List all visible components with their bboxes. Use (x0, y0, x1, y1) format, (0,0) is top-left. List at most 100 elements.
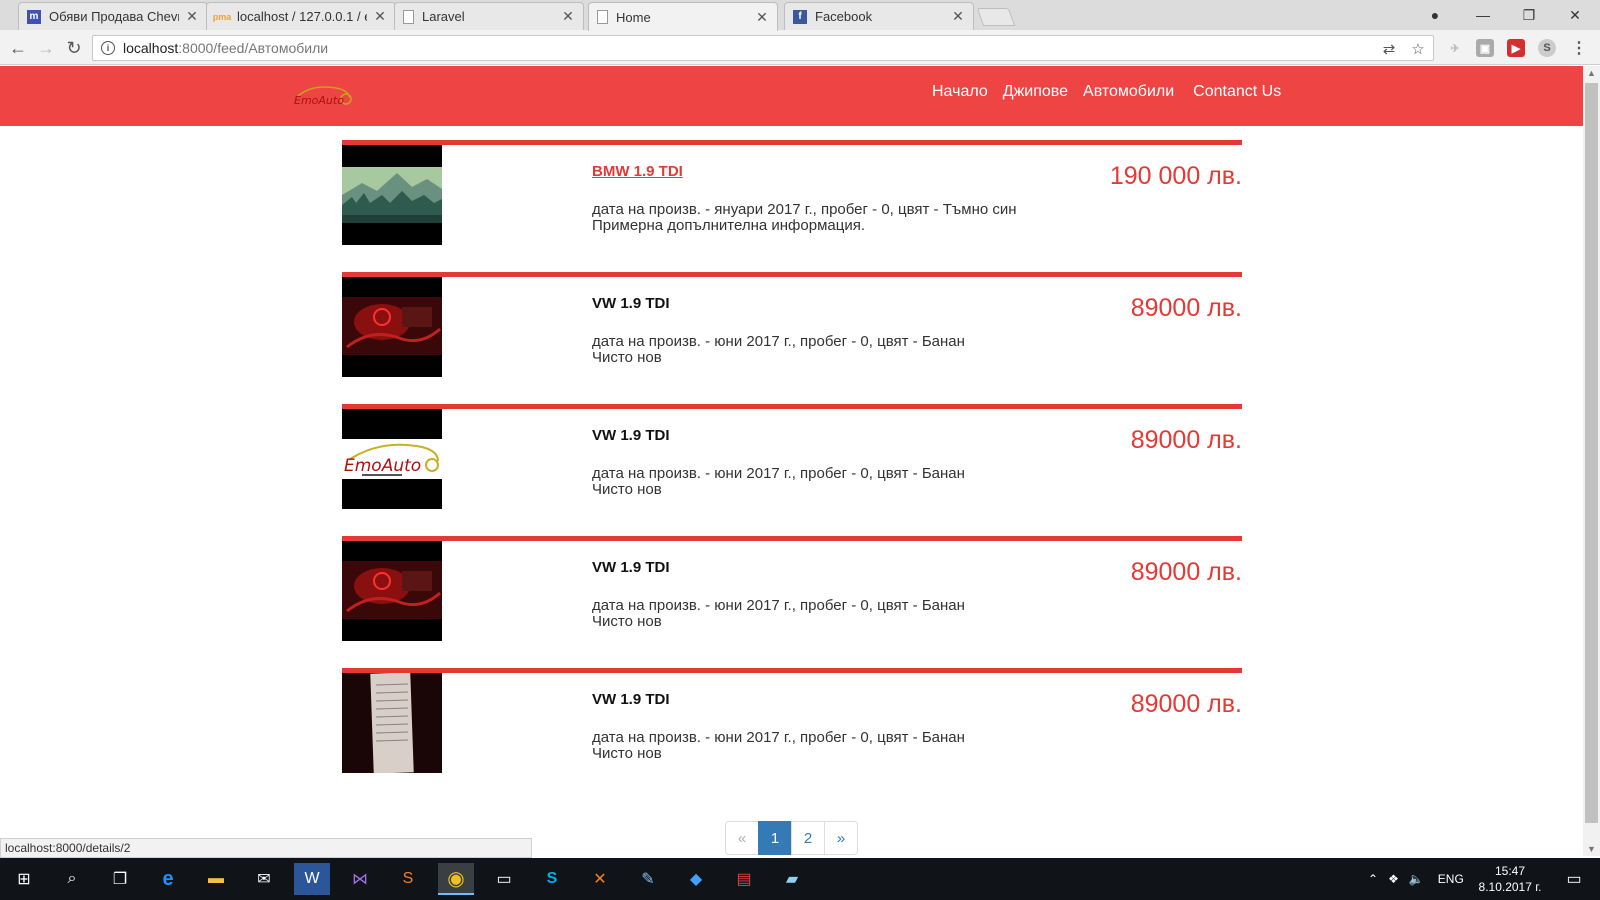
info-icon[interactable]: i (101, 41, 115, 55)
visual-studio-icon[interactable]: ⋈ (342, 863, 378, 895)
back-icon[interactable]: ← (5, 35, 31, 61)
listing-title[interactable]: VW 1.9 TDI (592, 691, 670, 708)
listing-title[interactable]: VW 1.9 TDI (592, 559, 670, 576)
listing-specs: дата на произв. - юни 2017 г., пробег - … (592, 333, 965, 350)
listing-details: дата на произв. - юни 2017 г., пробег - … (592, 466, 965, 498)
close-icon[interactable]: ✕ (951, 8, 965, 25)
close-icon[interactable]: ✕ (185, 8, 199, 25)
search-icon[interactable]: ⌕ (54, 863, 90, 895)
tab-title: localhost / 127.0.0.1 / em (237, 9, 367, 24)
listing-image[interactable] (342, 541, 442, 641)
clock-time: 15:47 (1494, 864, 1526, 878)
listing-title[interactable]: VW 1.9 TDI (592, 427, 670, 444)
menu-icon[interactable]: ⋮ (1570, 39, 1588, 57)
close-icon[interactable]: ✕ (755, 9, 769, 26)
mail-icon[interactable]: ✉ (246, 863, 282, 895)
pagination-next[interactable]: » (824, 821, 858, 855)
git-icon[interactable]: ◆ (678, 863, 714, 895)
page-viewport: EmoAuto Начало Джипове Автомобили Contan… (0, 66, 1583, 856)
page-scrollbar[interactable]: ▲ ▼ (1583, 66, 1600, 856)
site-header: EmoAuto Начало Джипове Автомобили Contan… (0, 66, 1583, 126)
listing-title[interactable]: VW 1.9 TDI (592, 295, 670, 312)
address-bar[interactable]: i localhost:8000/feed/Автомобили ⇄ ☆ (92, 35, 1434, 61)
scroll-up-icon[interactable]: ▲ (1587, 68, 1596, 78)
forest-landscape-image (342, 145, 442, 245)
translate-icon[interactable]: ⇄ (1376, 36, 1402, 62)
browser-tab[interactable]: m Обяви Продава Chevrol ✕ (18, 2, 208, 30)
browser-toolbar: ← → ↻ i localhost:8000/feed/Автомобили ⇄… (0, 30, 1600, 65)
restore-icon[interactable]: ❐ (1506, 0, 1552, 30)
listing-title-link[interactable]: BMW 1.9 TDI (592, 163, 683, 180)
phpmyadmin-icon: pma (212, 11, 232, 22)
skype-icon[interactable]: S (534, 863, 570, 895)
emoauto-logo[interactable]: EmoAuto (292, 78, 354, 112)
listing-image[interactable] (342, 277, 442, 377)
windows-start-icon[interactable]: ⊞ (6, 863, 42, 895)
browser-tab[interactable]: f Facebook ✕ (784, 2, 974, 30)
browser-tab[interactable]: pma localhost / 127.0.0.1 / em ✕ (206, 2, 396, 30)
extension-icon[interactable]: S (1538, 39, 1556, 57)
listing-image[interactable] (342, 145, 442, 245)
nav-contact[interactable]: Contanct Us (1193, 83, 1281, 101)
word-icon[interactable]: W (294, 863, 330, 895)
star-icon[interactable]: ☆ (1405, 36, 1431, 62)
terminal-icon[interactable]: ▭ (486, 863, 522, 895)
new-tab-button[interactable] (976, 8, 1016, 26)
listing-price: 89000 лв. (1130, 558, 1242, 586)
listing-extra: Чисто нов (592, 481, 662, 498)
xampp-icon[interactable]: ✕ (582, 863, 618, 895)
listing-divider (342, 404, 1242, 409)
language-indicator[interactable]: ENG (1438, 872, 1464, 886)
facebook-icon: f (793, 9, 807, 24)
chevron-up-icon[interactable]: ⌃ (1368, 872, 1378, 886)
task-view-icon[interactable]: ❐ (102, 863, 138, 895)
pagination-page-2[interactable]: 2 (791, 821, 825, 855)
browser-tab-active[interactable]: Home ✕ (588, 2, 778, 31)
minimize-icon[interactable]: — (1460, 0, 1506, 30)
extension-icon[interactable]: ✈ (1446, 39, 1464, 57)
page-icon (597, 10, 608, 24)
browser-tab[interactable]: Laravel ✕ (394, 2, 584, 30)
listing-extra: Чисто нов (592, 349, 662, 366)
nav-cars[interactable]: Автомобили (1083, 83, 1174, 101)
nav-jeeps[interactable]: Джипове (1003, 83, 1068, 101)
profile-icon[interactable]: ● (1412, 0, 1458, 30)
dropbox-icon[interactable]: ❖ (1388, 872, 1399, 886)
listing-specs: дата на произв. - юни 2017 г., пробег - … (592, 597, 965, 614)
listing-image[interactable]: EmoAuto (342, 409, 442, 509)
scroll-down-icon[interactable]: ▼ (1587, 844, 1596, 854)
speaker-icon[interactable]: 🔈 (1409, 872, 1424, 886)
listing-details: дата на произв. - януари 2017 г., пробег… (592, 202, 1017, 234)
taskbar-clock[interactable]: 15:47 8.10.2017 г. (1470, 863, 1550, 895)
listing-image[interactable] (342, 673, 442, 773)
document-photo-image (342, 673, 442, 773)
close-icon[interactable]: ✕ (373, 8, 387, 25)
winrar-icon[interactable]: ▤ (726, 863, 762, 895)
nav-home[interactable]: Начало (932, 83, 988, 101)
listing-price: 89000 лв. (1130, 690, 1242, 718)
close-icon[interactable]: ✕ (561, 8, 575, 25)
edge-icon[interactable]: e (150, 863, 186, 895)
paint-icon[interactable]: ✎ (630, 863, 666, 895)
listing-card: VW 1.9 TDI дата на произв. - юни 2017 г.… (342, 272, 1242, 404)
pagination-page-1[interactable]: 1 (758, 821, 792, 855)
close-window-icon[interactable]: ✕ (1552, 0, 1598, 30)
tab-title: Facebook (815, 9, 873, 24)
reload-icon[interactable]: ↻ (61, 35, 87, 61)
pagination-prev[interactable]: « (725, 821, 759, 855)
file-explorer-icon[interactable]: ▬ (198, 863, 234, 895)
scrollbar-thumb[interactable] (1585, 83, 1598, 823)
chrome-icon[interactable]: ◉ (438, 863, 474, 895)
pagination: « 1 2 » (725, 821, 858, 855)
extension-icon[interactable]: ▣ (1476, 39, 1494, 57)
sublime-text-icon[interactable]: S (390, 863, 426, 895)
forward-icon[interactable]: → (33, 35, 59, 61)
notes-icon[interactable]: ▰ (774, 863, 810, 895)
tab-title: Home (616, 9, 651, 25)
url-path: :8000/feed/Автомобили (178, 40, 329, 56)
extension-icon[interactable]: ▶ (1507, 39, 1525, 57)
notifications-icon[interactable]: ▭ (1556, 863, 1592, 895)
listing-price: 89000 лв. (1130, 426, 1242, 454)
listing-price: 190 000 лв. (1109, 162, 1242, 190)
listing-extra: Чисто нов (592, 613, 662, 630)
